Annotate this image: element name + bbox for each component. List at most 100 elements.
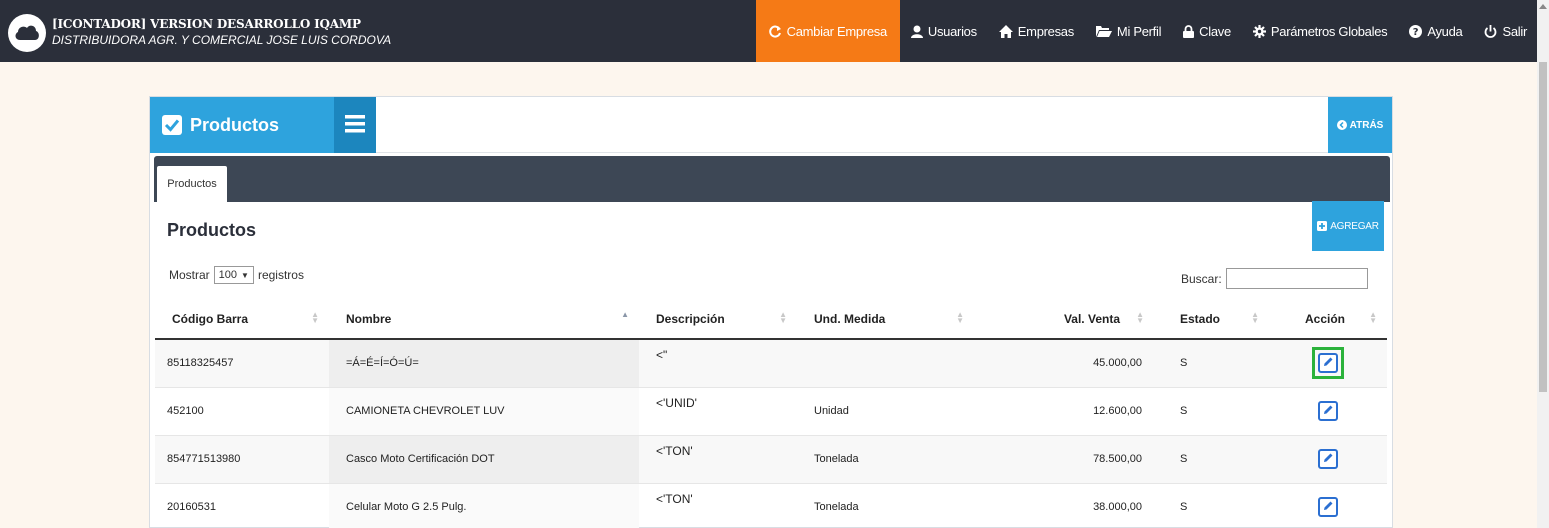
sort-icon: ▲ ▼	[779, 310, 787, 325]
nav-parametros-label: Parámetros Globales	[1270, 23, 1388, 39]
cell-valor: 78.500,00	[974, 435, 1154, 484]
search-label: Buscar:	[1181, 272, 1222, 286]
back-button[interactable]: ATRÁS	[1328, 97, 1392, 153]
cell-unidad: Tonelada	[797, 435, 974, 484]
nav-usuarios[interactable]: Usuarios	[900, 0, 988, 62]
page-size-value: 100	[218, 269, 238, 281]
cell-valor: 38.000,00	[974, 483, 1154, 528]
tab-bar: Productos	[154, 156, 1390, 202]
table-header-row: Código Barra ▲ ▼ Nombre ▲ Descripción ▲ ▼ Und…	[155, 299, 1387, 340]
section-title: Productos	[167, 220, 257, 240]
cell-accion	[1269, 435, 1387, 484]
top-bar: [ICONTADOR] VERSION DESARROLLO IQAMP DIS…	[0, 0, 1549, 62]
sort-icon: ▲ ▼	[1136, 310, 1144, 325]
table-row: 20160531 Celular Moto G 2.5 Pulg. <'TON'…	[155, 483, 1387, 528]
gear-icon	[1252, 24, 1266, 38]
edit-button[interactable]	[1318, 401, 1338, 421]
tab-productos[interactable]: Productos	[157, 166, 227, 202]
cell-unidad: Tonelada	[797, 483, 974, 528]
edit-button[interactable]	[1318, 497, 1338, 517]
refresh-icon	[768, 25, 782, 38]
table-row: 452100 CAMIONETA CHEVROLET LUV <'UNID' U…	[155, 387, 1387, 436]
cell-codigo: 20160531	[155, 483, 329, 528]
cell-descripcion: <'TON'	[639, 435, 797, 484]
power-icon	[1484, 24, 1497, 38]
header-codigo-label: Código Barra	[172, 311, 249, 326]
nav-perfil-label: Mi Perfil	[1116, 23, 1162, 39]
nav-ayuda[interactable]: ? Ayuda	[1398, 0, 1473, 62]
header-valor[interactable]: Val. Venta ▲ ▼	[974, 299, 1154, 340]
cell-estado: S	[1154, 387, 1269, 436]
checkbox-checked-icon	[162, 115, 182, 135]
svg-text:?: ?	[1413, 27, 1419, 38]
pencil-icon	[1322, 404, 1334, 419]
products-table: Código Barra ▲ ▼ Nombre ▲ Descripción ▲ ▼ Und…	[155, 299, 1387, 528]
circle-left-icon	[1336, 120, 1347, 130]
hamburger-icon	[345, 114, 365, 136]
header-estado[interactable]: Estado ▲ ▼	[1154, 299, 1269, 340]
menu-toggle-button[interactable]	[334, 97, 376, 153]
back-label: ATRÁS	[1349, 119, 1384, 131]
user-icon	[910, 25, 923, 38]
nav-usuarios-label: Usuarios	[927, 23, 977, 39]
pencil-icon	[1322, 500, 1334, 515]
cell-accion	[1269, 339, 1387, 388]
header-accion[interactable]: Acción ▲ ▼	[1269, 299, 1387, 340]
header-nombre[interactable]: Nombre ▲	[329, 299, 639, 340]
search-input[interactable]	[1226, 268, 1368, 289]
caret-down-icon: ▼	[241, 270, 249, 280]
nav-parametros-globales[interactable]: Parámetros Globales	[1242, 0, 1398, 62]
nav-ayuda-label: Ayuda	[1427, 23, 1463, 39]
top-nav: Cambiar Empresa Usuarios Empresas Mi Per…	[755, 0, 1549, 62]
nav-empresas-label: Empresas	[1017, 23, 1074, 39]
edit-button[interactable]	[1318, 353, 1338, 374]
page-scrollbar[interactable]	[1537, 0, 1549, 528]
edit-button[interactable]	[1318, 449, 1338, 469]
page-size-control: Mostrar 100 ▼ registros	[169, 266, 304, 284]
nav-cambiar-empresa[interactable]: Cambiar Empresa	[755, 0, 900, 62]
scroll-thumb[interactable]	[1539, 62, 1547, 392]
page-size-select[interactable]: 100 ▼	[213, 266, 254, 284]
cell-accion	[1269, 483, 1387, 528]
cell-nombre: Casco Moto Certificación DOT	[329, 435, 639, 484]
sort-icon: ▲ ▼	[956, 310, 964, 325]
nav-salir-label: Salir	[1502, 23, 1527, 39]
add-button[interactable]: AGREGAR	[1312, 201, 1384, 251]
pencil-icon	[1322, 356, 1334, 371]
header-unidad-label: Und. Medida	[814, 311, 886, 326]
cell-descripcion: <'UNID'	[639, 387, 797, 436]
header-descripcion[interactable]: Descripción ▲ ▼	[639, 299, 797, 340]
nav-cambiar-label: Cambiar Empresa	[786, 23, 888, 39]
cell-nombre: =Á=É=Í=Ó=Ú=	[329, 339, 639, 388]
nav-clave[interactable]: Clave	[1172, 0, 1242, 62]
question-circle-icon: ?	[1409, 24, 1423, 38]
header-descripcion-label: Descripción	[656, 311, 725, 326]
cell-codigo: 85118325457	[155, 339, 329, 388]
nav-mi-perfil[interactable]: Mi Perfil	[1085, 0, 1172, 62]
sort-icon: ▲ ▼	[1369, 310, 1377, 325]
table-row: 85118325457 =Á=É=Í=Ó=Ú= <" 45.000,00 S	[155, 339, 1387, 388]
company-name: DISTRIBUIDORA AGR. Y COMERCIAL JOSE LUIS…	[52, 33, 392, 47]
cell-valor: 45.000,00	[974, 339, 1154, 388]
products-panel: Productos ATRÁS Productos Productos AGRE…	[149, 96, 1393, 528]
cell-unidad: Unidad	[797, 387, 974, 436]
cell-descripcion: <"	[639, 339, 797, 388]
header-accion-label: Acción	[1305, 311, 1346, 326]
cell-nombre: Celular Moto G 2.5 Pulg.	[329, 483, 639, 528]
cell-valor: 12.600,00	[974, 387, 1154, 436]
nav-empresas[interactable]: Empresas	[988, 0, 1085, 62]
plus-square-icon	[1317, 221, 1328, 231]
folder-open-icon	[1095, 25, 1112, 37]
cell-unidad	[797, 339, 974, 388]
cell-codigo: 854771513980	[155, 435, 329, 484]
home-icon	[998, 24, 1013, 38]
sort-icon: ▲ ▼	[311, 310, 319, 325]
cell-codigo: 452100	[155, 387, 329, 436]
header-codigo[interactable]: Código Barra ▲ ▼	[155, 299, 329, 340]
cell-estado: S	[1154, 483, 1269, 528]
show-suffix: registros	[257, 268, 304, 282]
scroll-up-arrow[interactable]	[1539, 4, 1547, 9]
header-unidad[interactable]: Und. Medida ▲ ▼	[797, 299, 974, 340]
header-valor-label: Val. Venta	[1063, 311, 1120, 326]
panel-header: Productos ATRÁS	[150, 97, 1392, 153]
